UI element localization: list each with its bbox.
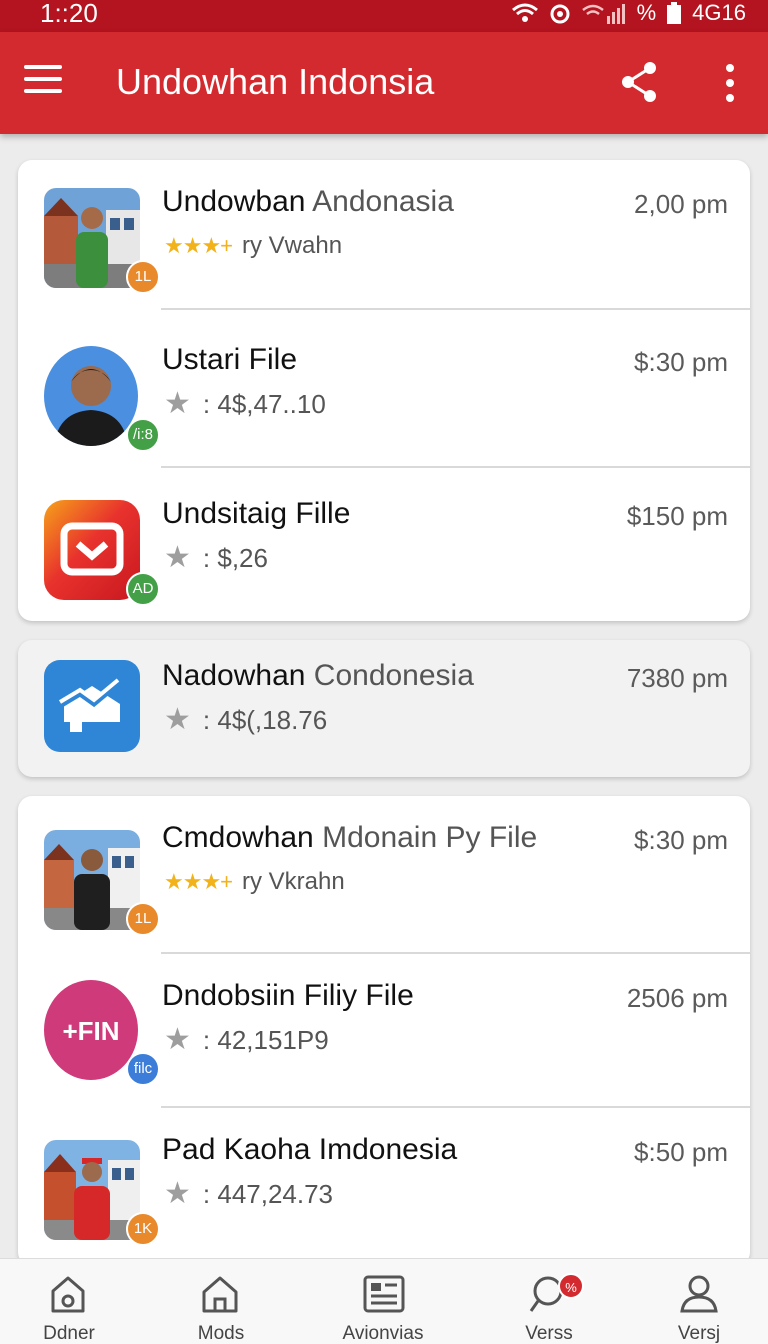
item-meta: ★ : 42,151P9 (164, 1024, 329, 1056)
nav-item-avionvias[interactable]: Avionvias (318, 1259, 448, 1344)
item-title: Pad Kaoha Imdonesia (162, 1133, 458, 1166)
avatar-badge: AD (126, 572, 160, 606)
app-title: Undowhan Indonsia (116, 61, 435, 102)
item-meta: ★ : 447,24.73 (164, 1178, 333, 1210)
network-type: 4G16 (692, 0, 746, 25)
item-time: $:30 pm (634, 347, 728, 377)
item-rating-value: : $,26 (202, 543, 268, 573)
item-author: ry Vkrahn (242, 868, 345, 895)
divider (161, 1106, 750, 1108)
list-item[interactable]: +FIN filc Dndobsiin Filiy File 2506 pm ★… (18, 962, 750, 1112)
star-icon: ★ (164, 541, 191, 574)
wifi-icon (511, 3, 538, 22)
portrait-photo-icon (44, 346, 138, 446)
avatar-badge: /i:8 (126, 418, 160, 452)
nav-label: Mods (197, 1323, 245, 1344)
item-time: $:50 pm (634, 1137, 728, 1167)
home-icon (202, 1276, 238, 1313)
share-icon[interactable] (620, 60, 660, 104)
nav-notification-badge: % (558, 1273, 584, 1299)
list-card: Nadowhan Condonesia 7380 pm ★ : 4$(,18.7… (18, 640, 750, 777)
menu-icon[interactable] (24, 65, 62, 99)
status-icons: % 4G16 (511, 0, 746, 26)
app-bar: Undowhan Indonsia (0, 32, 768, 134)
rating-stars-icon: ★★★+ (164, 869, 233, 894)
avatar-badge: 1L (126, 260, 160, 294)
nav-label: Ddner (43, 1323, 95, 1344)
list-item[interactable]: 1K Pad Kaoha Imdonesia $:50 pm ★ : 447,2… (18, 1116, 750, 1266)
divider (161, 466, 750, 468)
item-rating-value: : 4$,47..10 (202, 389, 326, 419)
item-meta: ★★★+ ry Vwahn (164, 230, 342, 262)
avatar: AD (44, 500, 160, 606)
list-item[interactable]: 1L Undowban Andonasia 2,00 pm ★★★+ ry Vw… (18, 160, 750, 310)
avatar: 1K (44, 1140, 160, 1246)
nav-label: Verss (525, 1323, 573, 1344)
avatar-badge: 1L (126, 902, 160, 936)
nav-item-mods[interactable]: Mods (156, 1259, 286, 1344)
battery-icon (667, 2, 682, 24)
list-item[interactable]: 1L Cmdowhan Mdonain Py File $:30 pm ★★★+… (18, 796, 750, 954)
item-time: 2,00 pm (634, 189, 728, 219)
item-meta: ★★★+ ry Vkrahn (164, 866, 345, 898)
bottom-navigation: Ddner Mods Avionvias % Verss Versj (0, 1258, 768, 1344)
news-icon (363, 1275, 405, 1313)
more-vert-icon[interactable] (718, 62, 742, 104)
svg-text:+FIN: +FIN (62, 1016, 119, 1046)
item-meta: ★ : $,26 (164, 542, 268, 574)
list-item[interactable]: AD Undsitaig Fille $150 pm ★ : $,26 (18, 472, 750, 621)
alarm-icon (550, 4, 570, 24)
status-time: 1::20 (40, 0, 98, 28)
item-time: 2506 pm (626, 983, 728, 1013)
item-title: Undowban Andonasia (162, 185, 454, 218)
item-author: ry Vwahn (242, 232, 343, 259)
home-outline-icon (51, 1276, 85, 1313)
profile-icon (680, 1275, 718, 1313)
item-title: Dndobsiin Filiy File (162, 979, 414, 1012)
list-card: 1L Undowban Andonasia 2,00 pm ★★★+ ry Vw… (18, 160, 750, 621)
nav-item-verss[interactable]: % Verss (484, 1259, 614, 1344)
star-icon: ★ (164, 1023, 191, 1056)
avatar-badge: filc (126, 1052, 160, 1086)
list-item[interactable]: /i:8 Ustari File $:30 pm ★ : 4$,47..10 (18, 318, 750, 468)
signal-icon (581, 4, 625, 24)
item-time: 7380 pm (626, 663, 728, 693)
nav-label: Avionvias (342, 1323, 424, 1344)
item-time: $150 pm (626, 501, 728, 531)
avatar: 1L (44, 830, 160, 936)
nav-label: Versj (677, 1323, 721, 1344)
avatar-badge: 1K (126, 1212, 160, 1246)
divider (161, 952, 750, 954)
avatar (44, 660, 140, 760)
item-rating-value: : 4$(,18.76 (202, 705, 328, 735)
avatar: /i:8 (44, 346, 160, 452)
divider (161, 308, 750, 310)
star-icon: ★ (164, 387, 191, 420)
battery-percent: % (636, 0, 657, 25)
item-title: Cmdowhan Mdonain Py File (162, 821, 538, 854)
avatar: 1L (44, 188, 160, 294)
item-rating-value: : 447,24.73 (202, 1179, 334, 1209)
house-chart-app-icon (44, 660, 140, 752)
item-meta: ★ : 4$,47..10 (164, 388, 326, 420)
item-meta: ★ : 4$(,18.76 (164, 704, 327, 736)
list-card: 1L Cmdowhan Mdonain Py File $:30 pm ★★★+… (18, 796, 750, 1266)
item-time: $:30 pm (634, 825, 728, 855)
avatar: +FIN filc (44, 980, 160, 1086)
item-title: Undsitaig Fille (162, 497, 351, 530)
item-rating-value: : 42,151P9 (202, 1025, 329, 1055)
nav-item-versj[interactable]: Versj (634, 1259, 764, 1344)
star-icon: ★ (164, 703, 191, 736)
list-item[interactable]: Nadowhan Condonesia 7380 pm ★ : 4$(,18.7… (18, 640, 750, 777)
item-title: Nadowhan Condonesia (162, 659, 474, 692)
star-icon: ★ (164, 1177, 191, 1210)
status-bar: 1::20 % 4G16 (0, 0, 768, 32)
item-title: Ustari File (162, 343, 298, 376)
fin-app-icon: +FIN (44, 980, 138, 1080)
rating-stars-icon: ★★★+ (164, 233, 233, 258)
nav-item-ddner[interactable]: Ddner (4, 1259, 134, 1344)
